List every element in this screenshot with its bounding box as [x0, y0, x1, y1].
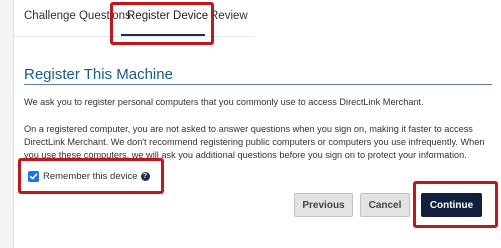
tabs-divider — [14, 36, 254, 37]
remember-device-row: Remember this device ? — [28, 171, 150, 182]
cancel-button[interactable]: Cancel — [360, 193, 410, 217]
tab-review[interactable]: Review — [210, 10, 248, 22]
explanation-paragraph: On a registered computer, you are not as… — [24, 124, 485, 160]
previous-button[interactable]: Previous — [294, 193, 353, 217]
checkmark-icon — [29, 173, 38, 180]
remember-device-checkbox[interactable] — [28, 171, 39, 182]
wizard-tabs: Challenge Questions Register Device Revi… — [14, 0, 501, 38]
tab-challenge-questions[interactable]: Challenge Questions — [24, 10, 131, 22]
page-title: Register This Machine — [24, 66, 173, 83]
register-device-panel: Challenge Questions Register Device Revi… — [13, 0, 501, 248]
remember-device-label[interactable]: Remember this device — [43, 171, 138, 182]
title-divider — [24, 84, 492, 85]
tab-register-device[interactable]: Register Device — [127, 10, 208, 22]
question-circle-icon[interactable]: ? — [140, 172, 150, 181]
intro-paragraph: We ask you to register personal computer… — [24, 97, 424, 107]
continue-button[interactable]: Continue — [421, 193, 482, 217]
